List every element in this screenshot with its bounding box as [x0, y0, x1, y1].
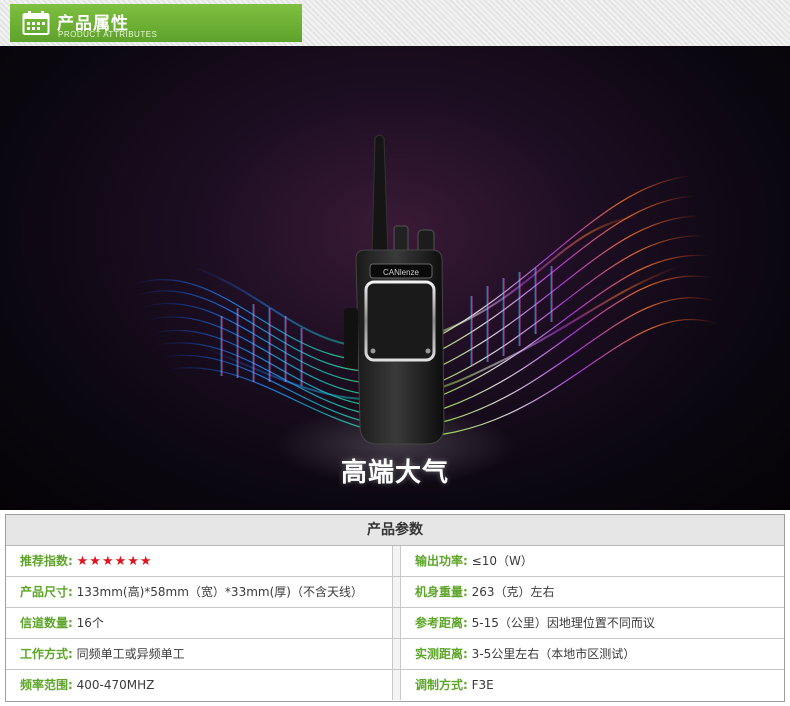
spec-value: 同频单工或异频单工	[76, 647, 185, 661]
star-icon: ★	[76, 554, 90, 569]
spec-table-title: 产品参数	[6, 515, 784, 546]
spec-cell: 输出功率: ≤10（W）	[401, 546, 784, 576]
spec-value: 5-15（公里）因地理位置不同而议	[471, 616, 655, 630]
star-icon: ★	[127, 554, 140, 569]
spec-cell: 实测距离: 3-5公里左右（本地市区测试）	[401, 639, 784, 669]
section-header-tab: 产品属性 PRODUCT ATTRIBUTES	[10, 4, 302, 42]
spec-value: ≤10（W）	[471, 554, 533, 568]
column-divider	[392, 670, 401, 700]
table-row: 信道数量: 16个 参考距离: 5-15（公里）因地理位置不同而议	[6, 608, 784, 639]
section-header: 产品属性 PRODUCT ATTRIBUTES	[0, 0, 790, 46]
spec-label: 参考距离:	[415, 616, 468, 630]
table-row: 工作方式: 同频单工或异频单工 实测距离: 3-5公里左右（本地市区测试）	[6, 639, 784, 670]
spec-cell: 机身重量: 263（克）左右	[401, 577, 784, 607]
spec-label: 工作方式:	[20, 647, 73, 661]
spec-label: 信道数量:	[20, 616, 73, 630]
column-divider	[392, 577, 401, 607]
spec-label: 推荐指数:	[20, 554, 73, 568]
column-divider	[392, 608, 401, 638]
spec-cell: 信道数量: 16个	[6, 608, 392, 638]
spec-value: 133mm(高)*58mm（宽）*33mm(厚)（不含天线）	[76, 585, 363, 599]
spec-cell: 工作方式: 同频单工或异频单工	[6, 639, 392, 669]
spec-label: 产品尺寸:	[20, 585, 73, 599]
spec-cell: 推荐指数: ★★★★★★	[6, 546, 392, 576]
spec-value: 263（克）左右	[471, 585, 555, 599]
table-row: 产品尺寸: 133mm(高)*58mm（宽）*33mm(厚)（不含天线） 机身重…	[6, 577, 784, 608]
spec-label: 频率范围:	[20, 678, 73, 692]
spec-cell: 频率范围: 400-470MHZ	[6, 670, 392, 700]
spec-cell: 参考距离: 5-15（公里）因地理位置不同而议	[401, 608, 784, 638]
brand-label: CANlenze	[383, 268, 420, 277]
star-icon: ★	[139, 554, 153, 569]
banner-artwork: CANlenze	[129, 134, 719, 486]
spec-value: 3-5公里左右（本地市区测试）	[471, 647, 636, 661]
column-divider	[392, 639, 401, 669]
spec-label: 实测距离:	[415, 647, 468, 661]
spec-cell: 产品尺寸: 133mm(高)*58mm（宽）*33mm(厚)（不含天线）	[6, 577, 392, 607]
spec-value: 16个	[76, 616, 104, 630]
spec-label: 机身重量:	[415, 585, 468, 599]
table-row: 推荐指数: ★★★★★★ 输出功率: ≤10（W）	[6, 546, 784, 577]
column-divider	[392, 546, 401, 576]
star-icon: ★	[114, 554, 128, 569]
section-subtitle: PRODUCT ATTRIBUTES	[58, 30, 158, 39]
banner-caption: 高端大气	[340, 458, 449, 488]
rating-stars: ★★★★★★	[77, 554, 153, 569]
spec-cell: 调制方式: F3E	[401, 670, 784, 700]
spec-value: F3E	[471, 678, 494, 692]
spec-value: 400-470MHZ	[76, 678, 155, 692]
table-row: 频率范围: 400-470MHZ 调制方式: F3E	[6, 670, 784, 701]
star-icon: ★	[89, 554, 102, 569]
spec-label: 调制方式:	[415, 678, 468, 692]
spec-label: 输出功率:	[415, 554, 468, 568]
walkie-talkie-illustration: CANlenze	[344, 134, 445, 445]
spec-table: 产品参数 推荐指数: ★★★★★★ 输出功率: ≤10（W） 产品尺寸: 133…	[5, 514, 785, 702]
calendar-icon	[22, 11, 50, 35]
product-banner: CANlenze 高端大气	[0, 46, 790, 510]
star-icon: ★	[101, 554, 115, 569]
